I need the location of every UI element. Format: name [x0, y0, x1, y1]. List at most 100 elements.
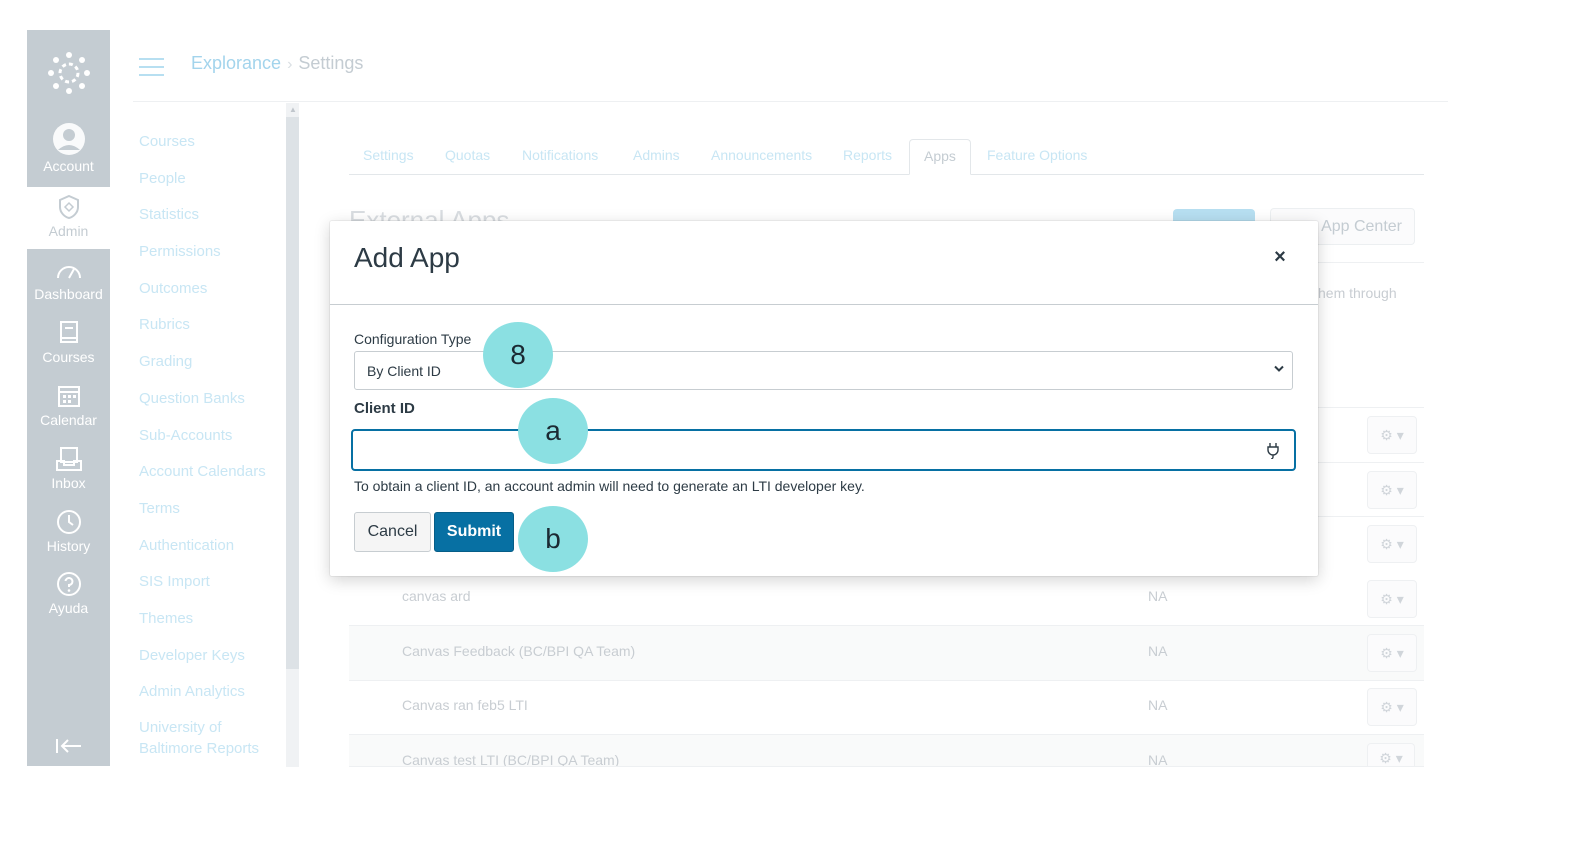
header: Explorance › Settings: [133, 40, 1448, 102]
app-status: NA: [1148, 588, 1168, 604]
account-nav-item[interactable]: SIS Import: [139, 570, 284, 607]
apps-description: hem through: [1318, 285, 1397, 301]
scrollbar-thumb[interactable]: [286, 117, 299, 669]
account-nav-item[interactable]: Rubrics: [139, 313, 284, 350]
nav-courses[interactable]: Courses: [27, 313, 110, 375]
app-status: NA: [1148, 643, 1168, 659]
app-name[interactable]: Canvas Feedback (BC/BPI QA Team): [402, 643, 635, 659]
app-name[interactable]: Canvas test LTI (BC/BPI QA Team): [402, 752, 619, 766]
dialog-title: Add App: [354, 242, 460, 273]
app-status: NA: [1148, 752, 1168, 767]
add-app-dialog: Add App × Configuration Type By Client I…: [330, 221, 1318, 576]
nav-help-label: Ayuda: [48, 600, 89, 616]
canvas-logo-icon[interactable]: [27, 30, 110, 116]
shield-icon: [55, 193, 83, 221]
inbox-icon: [55, 445, 83, 473]
settings-gear-icon[interactable]: ⚙ ▾: [1367, 471, 1417, 509]
account-nav-item[interactable]: Sub-Accounts: [139, 424, 284, 461]
account-nav-item[interactable]: Developer Keys: [139, 644, 284, 681]
table-row: Canvas ran feb5 LTI NA: [349, 680, 1424, 735]
global-nav: Account Admin Dashboard Courses Calendar…: [27, 30, 110, 766]
close-icon[interactable]: ×: [1270, 247, 1290, 267]
tab-feature-options[interactable]: Feature Options: [973, 139, 1101, 173]
client-id-input[interactable]: [361, 431, 1245, 469]
nav-admin-label: Admin: [48, 223, 89, 239]
account-nav-item[interactable]: Account Calendars: [139, 460, 284, 497]
account-nav-item[interactable]: Outcomes: [139, 277, 284, 314]
settings-gear-icon[interactable]: ⚙ ▾: [1367, 580, 1417, 618]
tab-admins[interactable]: Admins: [619, 139, 694, 173]
nav-dashboard[interactable]: Dashboard: [27, 250, 110, 312]
account-nav: Courses People Statistics Permissions Ou…: [139, 130, 284, 757]
app-name[interactable]: canvas ard: [402, 588, 470, 604]
scroll-up-icon[interactable]: ▲: [289, 105, 297, 114]
nav-help[interactable]: Ayuda: [27, 564, 110, 626]
account-nav-item[interactable]: Grading: [139, 350, 284, 387]
clock-icon: [55, 508, 83, 536]
nav-inbox[interactable]: Inbox: [27, 439, 110, 501]
breadcrumb-current: Settings: [298, 53, 364, 73]
breadcrumb-account-link[interactable]: Explorance: [191, 53, 281, 73]
nav-dashboard-label: Dashboard: [34, 286, 103, 302]
hamburger-menu-icon[interactable]: [139, 58, 164, 76]
account-nav-item[interactable]: Permissions: [139, 240, 284, 277]
tab-reports[interactable]: Reports: [829, 139, 906, 173]
breadcrumb-separator-icon: ›: [287, 56, 293, 73]
nav-inbox-label: Inbox: [51, 475, 86, 491]
help-icon: [55, 570, 83, 598]
nav-history[interactable]: History: [27, 502, 110, 564]
account-nav-item[interactable]: Courses: [139, 130, 284, 167]
book-icon: [55, 319, 83, 347]
client-id-help-text: To obtain a client ID, an account admin …: [354, 478, 865, 494]
plug-icon: [1264, 441, 1282, 460]
dialog-header: Add App ×: [330, 221, 1318, 305]
dashboard-icon: [55, 256, 83, 284]
divider: [1318, 262, 1424, 263]
collapse-nav-icon[interactable]: [27, 726, 110, 766]
tab-settings[interactable]: Settings: [349, 139, 428, 173]
account-nav-item[interactable]: Themes: [139, 607, 284, 644]
submit-button[interactable]: Submit: [434, 512, 514, 552]
app-name[interactable]: Canvas ran feb5 LTI: [402, 697, 528, 713]
client-id-label: Client ID: [354, 400, 415, 417]
table-row: Canvas Feedback (BC/BPI QA Team) NA: [349, 626, 1424, 681]
step-marker-b: b: [518, 506, 588, 572]
settings-gear-icon[interactable]: ⚙ ▾: [1367, 743, 1415, 766]
nav-history-label: History: [46, 538, 91, 554]
divider: [1318, 462, 1424, 463]
breadcrumb: Explorance › Settings: [191, 53, 363, 74]
chevron-down-icon: [1274, 362, 1284, 376]
settings-gear-icon[interactable]: ⚙ ▾: [1367, 688, 1417, 726]
nav-courses-label: Courses: [42, 349, 95, 365]
account-nav-item[interactable]: Statistics: [139, 203, 284, 240]
account-nav-item[interactable]: Terms: [139, 497, 284, 534]
cancel-button[interactable]: Cancel: [354, 512, 431, 552]
tab-apps[interactable]: Apps: [909, 139, 971, 175]
nav-calendar[interactable]: Calendar: [27, 376, 110, 438]
step-marker-a: a: [518, 398, 588, 464]
nav-account[interactable]: Account: [27, 118, 110, 180]
configuration-type-label: Configuration Type: [354, 331, 472, 347]
step-marker: 8: [483, 322, 553, 388]
nav-calendar-label: Calendar: [40, 412, 97, 428]
account-nav-item[interactable]: Authentication: [139, 534, 284, 571]
nav-admin[interactable]: Admin: [27, 187, 110, 249]
account-nav-item[interactable]: Admin Analytics: [139, 680, 284, 717]
account-nav-item[interactable]: University of Baltimore Reports: [139, 717, 284, 757]
client-id-field[interactable]: [351, 429, 1296, 471]
tab-announcements[interactable]: Announcements: [697, 139, 826, 173]
table-row: Canvas test LTI (BC/BPI QA Team) NA: [349, 735, 1424, 767]
settings-gear-icon[interactable]: ⚙ ▾: [1367, 525, 1417, 563]
settings-gear-icon[interactable]: ⚙ ▾: [1367, 634, 1417, 672]
app-status: NA: [1148, 697, 1168, 713]
tab-quotas[interactable]: Quotas: [431, 139, 504, 173]
table-row: canvas ard NA: [349, 571, 1424, 626]
tab-notifications[interactable]: Notifications: [508, 139, 612, 173]
account-nav-item[interactable]: People: [139, 167, 284, 204]
account-nav-item[interactable]: Question Banks: [139, 387, 284, 424]
user-icon: [52, 122, 86, 156]
settings-gear-icon[interactable]: ⚙ ▾: [1367, 416, 1417, 454]
nav-account-label: Account: [43, 158, 94, 174]
scrollbar[interactable]: ▲: [286, 103, 299, 767]
configuration-type-value: By Client ID: [367, 363, 441, 379]
